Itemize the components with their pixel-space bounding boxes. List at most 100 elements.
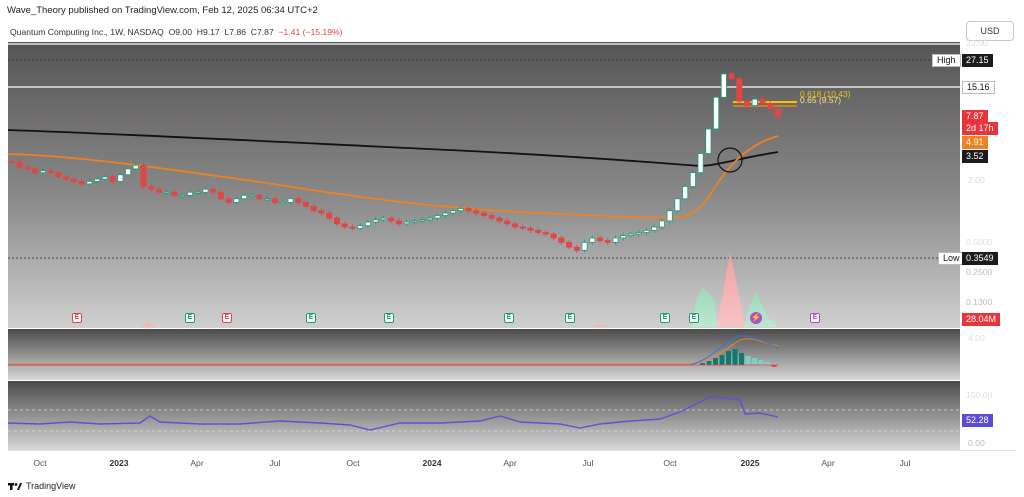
earnings-marker-icon[interactable]: E	[810, 313, 820, 323]
low-label: Low	[938, 252, 965, 265]
candle-body	[78, 181, 85, 185]
candle-body	[473, 210, 480, 214]
candle-body	[333, 217, 340, 225]
earnings-marker-icon[interactable]: E	[689, 313, 699, 323]
candle-body	[775, 108, 782, 117]
candle-body	[256, 194, 263, 200]
footer-text: TradingView	[26, 481, 76, 491]
candle-body	[395, 220, 402, 225]
candle-body	[63, 176, 70, 180]
earnings-marker-icon[interactable]: E	[384, 313, 394, 323]
candle-body	[666, 210, 673, 222]
candle-body	[442, 212, 449, 216]
candle-body	[364, 221, 371, 227]
earnings-marker-icon[interactable]: E	[185, 313, 195, 323]
candle-body	[241, 194, 248, 200]
candle-body	[210, 188, 217, 193]
earnings-marker-icon[interactable]: E	[504, 313, 514, 323]
candle-body	[8, 160, 15, 163]
rsi-tick-0: 0.00	[968, 438, 985, 448]
candle-body	[674, 198, 681, 212]
footer-brand: TradingView	[8, 481, 76, 491]
earnings-marker-icon[interactable]: E	[222, 313, 232, 323]
candle-body	[713, 96, 720, 130]
candle-body	[736, 78, 743, 102]
candle-body	[480, 212, 487, 216]
candle-body	[597, 237, 604, 241]
candle-body	[202, 188, 209, 193]
candle-body	[132, 164, 139, 170]
candle-body	[24, 166, 31, 170]
candle-body	[573, 246, 580, 251]
candle-body	[535, 229, 542, 233]
price-tick-013: 0.1300	[966, 297, 993, 307]
fib-65-label: 0.65 (9.57)	[800, 95, 842, 105]
candle-body	[496, 217, 503, 222]
dividend-lightning-icon[interactable]: ⚡	[750, 312, 762, 324]
rsi-pane-bg	[8, 381, 960, 450]
time-label: Jul	[269, 458, 281, 468]
earnings-marker-icon[interactable]: E	[306, 313, 316, 323]
tradingview-logo-icon	[8, 482, 22, 490]
candle-body	[287, 198, 294, 203]
time-label: Oct	[346, 458, 360, 468]
level-15-tag: 15.16	[962, 81, 995, 94]
candle-body	[194, 191, 201, 194]
candle-body	[635, 232, 642, 235]
candle-body	[186, 191, 193, 196]
candle-body	[527, 227, 534, 231]
candle-body	[682, 186, 689, 200]
candle-body	[326, 212, 333, 219]
macd-hist-bar	[713, 358, 718, 365]
candle-body	[728, 73, 735, 80]
candle-body	[488, 215, 495, 219]
candle-body	[101, 176, 108, 180]
macd-hist-bar	[752, 358, 757, 365]
main-pane-bg	[8, 42, 960, 328]
earnings-marker-icon[interactable]: E	[565, 313, 575, 323]
earnings-marker-icon[interactable]: E	[660, 313, 670, 323]
macd-hist-bar	[719, 355, 725, 365]
candle-body	[163, 191, 170, 194]
candle-body	[519, 226, 526, 229]
earnings-marker-icon[interactable]: E	[72, 313, 82, 323]
macd-hist-bar	[726, 351, 731, 365]
candle-body	[643, 229, 650, 233]
chart-screen: Wave_Theory published on TradingView.com…	[0, 0, 1024, 497]
time-label: Oct	[663, 458, 677, 468]
macd-pane-bg	[8, 329, 960, 380]
time-label: Apr	[190, 458, 204, 468]
candle-body	[504, 220, 511, 225]
macd-hist-bar	[739, 353, 744, 365]
candle-body	[767, 102, 774, 110]
candle-body	[380, 217, 387, 221]
macd-hist-bar	[765, 362, 770, 365]
candle-body	[148, 186, 155, 190]
candle-body	[117, 174, 124, 182]
candle-body	[70, 178, 77, 182]
macd-hist-bar	[732, 349, 738, 365]
rsi-tick-100: 100.00	[966, 390, 993, 400]
candle-body	[372, 219, 379, 223]
price-chart-canvas[interactable]	[0, 0, 1024, 497]
candle-body	[125, 168, 132, 176]
price-tick-top: 33.00	[966, 38, 988, 48]
macd-hist-bar	[758, 360, 764, 365]
candle-body	[47, 170, 54, 174]
candle-body	[39, 170, 46, 174]
candle-body	[620, 235, 627, 239]
candle-body	[434, 215, 441, 219]
candle-body	[264, 198, 271, 201]
candle-body	[411, 220, 418, 223]
candle-body	[744, 100, 751, 106]
candle-body	[589, 237, 596, 243]
candle-body	[279, 201, 286, 204]
candle-body	[689, 172, 696, 187]
candle-body	[140, 164, 147, 187]
candle-body	[426, 217, 433, 221]
ema-value-tag: 4.91	[962, 136, 988, 149]
price-tick-2: 2.00	[968, 175, 985, 185]
macd-tick-4: 4.00	[968, 333, 985, 343]
candle-body	[511, 223, 518, 228]
candle-body	[457, 208, 464, 212]
